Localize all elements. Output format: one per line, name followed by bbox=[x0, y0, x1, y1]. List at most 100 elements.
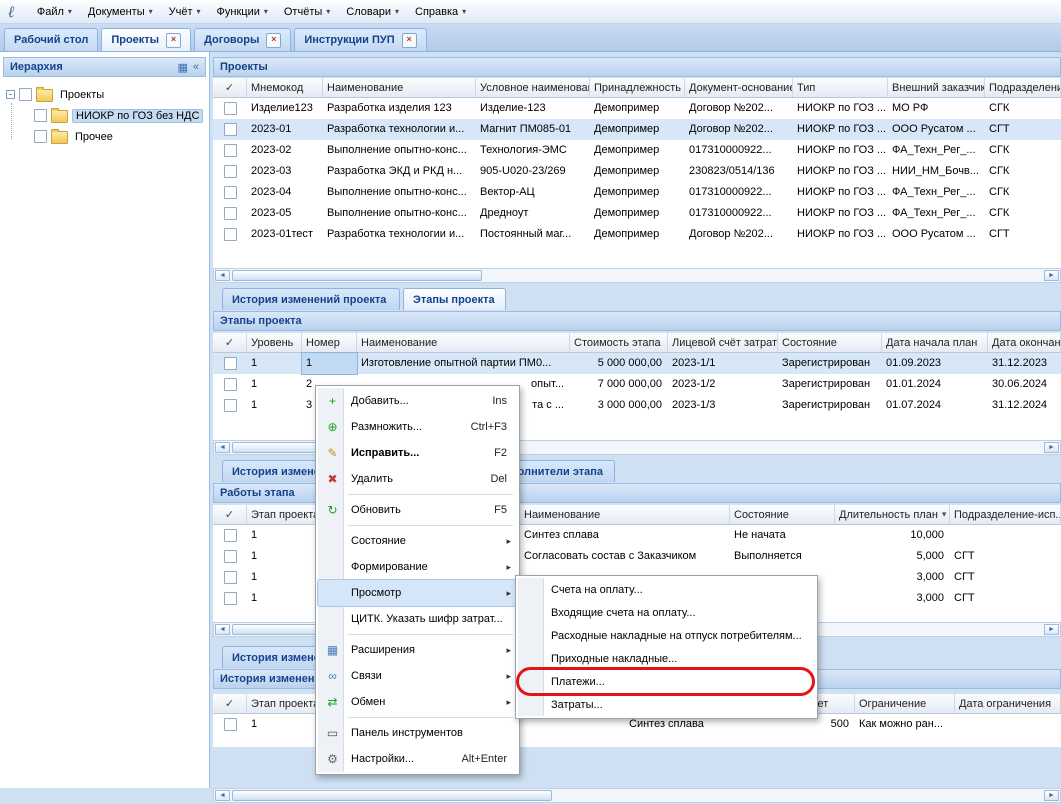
tree-checkbox[interactable] bbox=[19, 88, 32, 101]
menu-item[interactable]: Состояние▸ bbox=[318, 528, 517, 554]
tab-close-icon[interactable]: × bbox=[266, 33, 281, 48]
workspace-tab[interactable]: Инструкции ПУП× bbox=[294, 28, 426, 51]
column-header[interactable]: Условное наименование bbox=[476, 78, 590, 97]
row-checkbox[interactable] bbox=[224, 529, 237, 542]
row-checkbox[interactable] bbox=[224, 228, 237, 241]
menu-item[interactable]: Затраты... bbox=[518, 693, 815, 716]
section-tab[interactable]: История изменений проекта bbox=[222, 288, 400, 310]
column-header[interactable]: Номер bbox=[302, 333, 357, 352]
menu-item[interactable]: ▦Расширения▸ bbox=[318, 637, 517, 663]
column-header[interactable]: Стоимость этапа bbox=[570, 333, 668, 352]
menu-item[interactable]: Расходные накладные на отпуск потребител… bbox=[518, 624, 815, 647]
section-tab[interactable]: Этапы проекта bbox=[403, 288, 506, 310]
column-header[interactable]: Внешний заказчик bbox=[888, 78, 985, 97]
scroll-right-button[interactable] bbox=[1044, 624, 1059, 635]
collapse-panel-icon[interactable]: « bbox=[193, 61, 199, 73]
menu-item[interactable]: ✎Исправить...F2 bbox=[318, 440, 517, 466]
tree-checkbox[interactable] bbox=[34, 109, 47, 122]
scroll-left-button[interactable] bbox=[215, 442, 230, 453]
checkbox-column-header[interactable]: ✓ bbox=[213, 78, 247, 97]
column-header[interactable]: Состояние bbox=[730, 505, 835, 524]
checkbox-column-header[interactable]: ✓ bbox=[213, 333, 247, 352]
menu-item[interactable]: Входящие счета на оплату... bbox=[518, 601, 815, 624]
tree-item[interactable]: Прочее bbox=[0, 126, 209, 147]
menu-item[interactable]: ↻ОбновитьF5 bbox=[318, 497, 517, 523]
menubar-item[interactable]: Отчёты▾ bbox=[276, 3, 338, 21]
workspace-tab[interactable]: Договоры× bbox=[194, 28, 291, 51]
column-header[interactable]: Ограничение bbox=[855, 694, 955, 713]
tree-checkbox[interactable] bbox=[34, 130, 47, 143]
menu-item[interactable]: ЦИТК. Указать шифр затрат... bbox=[318, 606, 517, 632]
table-row[interactable]: 2023-02Выполнение опытно-конс...Технолог… bbox=[213, 140, 1061, 161]
row-checkbox[interactable] bbox=[224, 571, 237, 584]
column-header[interactable]: Длительность план▾ bbox=[835, 505, 950, 524]
menu-item[interactable]: Счета на оплату... bbox=[518, 578, 815, 601]
table-row[interactable]: 2023-01тестРазработка технологии и...Пос… bbox=[213, 224, 1061, 245]
table-row[interactable]: Изделие123Разработка изделия 123Изделие-… bbox=[213, 98, 1061, 119]
horizontal-scrollbar[interactable] bbox=[213, 268, 1061, 283]
workspace-tab[interactable]: Рабочий стол bbox=[4, 28, 98, 51]
row-checkbox[interactable] bbox=[224, 144, 237, 157]
column-header[interactable]: Дата окончания bbox=[988, 333, 1061, 352]
scrollbar-thumb[interactable] bbox=[232, 790, 552, 801]
table-row[interactable]: 2023-03Разработка ЭКД и РКД н...905-U020… bbox=[213, 161, 1061, 182]
menubar-item[interactable]: Учёт▾ bbox=[161, 3, 209, 21]
menu-item[interactable]: Формирование▸ bbox=[318, 554, 517, 580]
row-checkbox[interactable] bbox=[224, 123, 237, 136]
row-checkbox[interactable] bbox=[224, 165, 237, 178]
table-row[interactable]: 2023-04Выполнение опытно-конс...Вектор-А… bbox=[213, 182, 1061, 203]
menubar-item[interactable]: Документы▾ bbox=[80, 3, 161, 21]
menu-item[interactable]: ⊕Размножить...Ctrl+F3 bbox=[318, 414, 517, 440]
tab-close-icon[interactable]: × bbox=[166, 33, 181, 48]
row-checkbox[interactable] bbox=[224, 207, 237, 220]
scroll-left-button[interactable] bbox=[215, 790, 230, 801]
tab-close-icon[interactable]: × bbox=[402, 33, 417, 48]
checkbox-column-header[interactable]: ✓ bbox=[213, 505, 247, 524]
hierarchy-grid-icon[interactable]: ▦ bbox=[177, 61, 187, 74]
row-checkbox[interactable] bbox=[224, 550, 237, 563]
menu-item[interactable]: ⚙Настройки...Alt+Enter bbox=[318, 746, 517, 772]
menu-item[interactable]: +Добавить...Ins bbox=[318, 388, 517, 414]
scroll-right-button[interactable] bbox=[1044, 270, 1059, 281]
menubar-item[interactable]: Функции▾ bbox=[209, 3, 276, 21]
menu-item[interactable]: ⇄Обмен▸ bbox=[318, 689, 517, 715]
menu-item[interactable]: ✖УдалитьDel bbox=[318, 466, 517, 492]
checkbox-column-header[interactable]: ✓ bbox=[213, 694, 247, 713]
column-header[interactable]: Наименование bbox=[520, 505, 730, 524]
column-header[interactable]: Наименование bbox=[323, 78, 476, 97]
menu-item[interactable]: Просмотр▸ bbox=[318, 580, 517, 606]
column-header[interactable]: Лицевой счёт затрат bbox=[668, 333, 778, 352]
menubar-item[interactable]: Словари▾ bbox=[338, 3, 407, 21]
row-checkbox[interactable] bbox=[224, 399, 237, 412]
scroll-left-button[interactable] bbox=[215, 270, 230, 281]
column-header[interactable]: Подразделение bbox=[985, 78, 1061, 97]
column-header[interactable]: Документ-основание bbox=[685, 78, 793, 97]
column-header[interactable]: Наименование bbox=[357, 333, 570, 352]
table-row[interactable]: 11Изготовление опытной партии ПМ0...5 00… bbox=[213, 353, 1061, 374]
tree-item[interactable]: НИОКР по ГОЗ без НДС bbox=[0, 105, 209, 126]
menubar-item[interactable]: Справка▾ bbox=[407, 3, 474, 21]
scroll-left-button[interactable] bbox=[215, 624, 230, 635]
table-row[interactable]: 2023-05Выполнение опытно-конс...Дредноут… bbox=[213, 203, 1061, 224]
row-checkbox[interactable] bbox=[224, 592, 237, 605]
column-header[interactable]: Дата ограничения bbox=[955, 694, 1061, 713]
tree-item[interactable]: -Проекты bbox=[0, 84, 209, 105]
column-header[interactable]: Уровень bbox=[247, 333, 302, 352]
scrollbar-thumb[interactable] bbox=[232, 270, 482, 281]
column-header[interactable]: Подразделение-исп... bbox=[950, 505, 1061, 524]
menu-item[interactable]: Приходные накладные... bbox=[518, 647, 815, 670]
workspace-tab[interactable]: Проекты× bbox=[101, 28, 191, 51]
column-header[interactable]: Тип bbox=[793, 78, 888, 97]
column-header[interactable]: Состояние bbox=[778, 333, 882, 352]
column-header[interactable]: Дата начала план bbox=[882, 333, 988, 352]
table-row[interactable]: 2023-01Разработка технологии и...Магнит … bbox=[213, 119, 1061, 140]
scroll-right-button[interactable] bbox=[1044, 790, 1059, 801]
menu-item[interactable]: ∞Связи▸ bbox=[318, 663, 517, 689]
scroll-right-button[interactable] bbox=[1044, 442, 1059, 453]
row-checkbox[interactable] bbox=[224, 718, 237, 731]
row-checkbox[interactable] bbox=[224, 357, 237, 370]
row-checkbox[interactable] bbox=[224, 102, 237, 115]
menubar-item[interactable]: Файл▾ bbox=[29, 3, 80, 21]
column-header[interactable]: Принадлежность bbox=[590, 78, 685, 97]
row-checkbox[interactable] bbox=[224, 378, 237, 391]
